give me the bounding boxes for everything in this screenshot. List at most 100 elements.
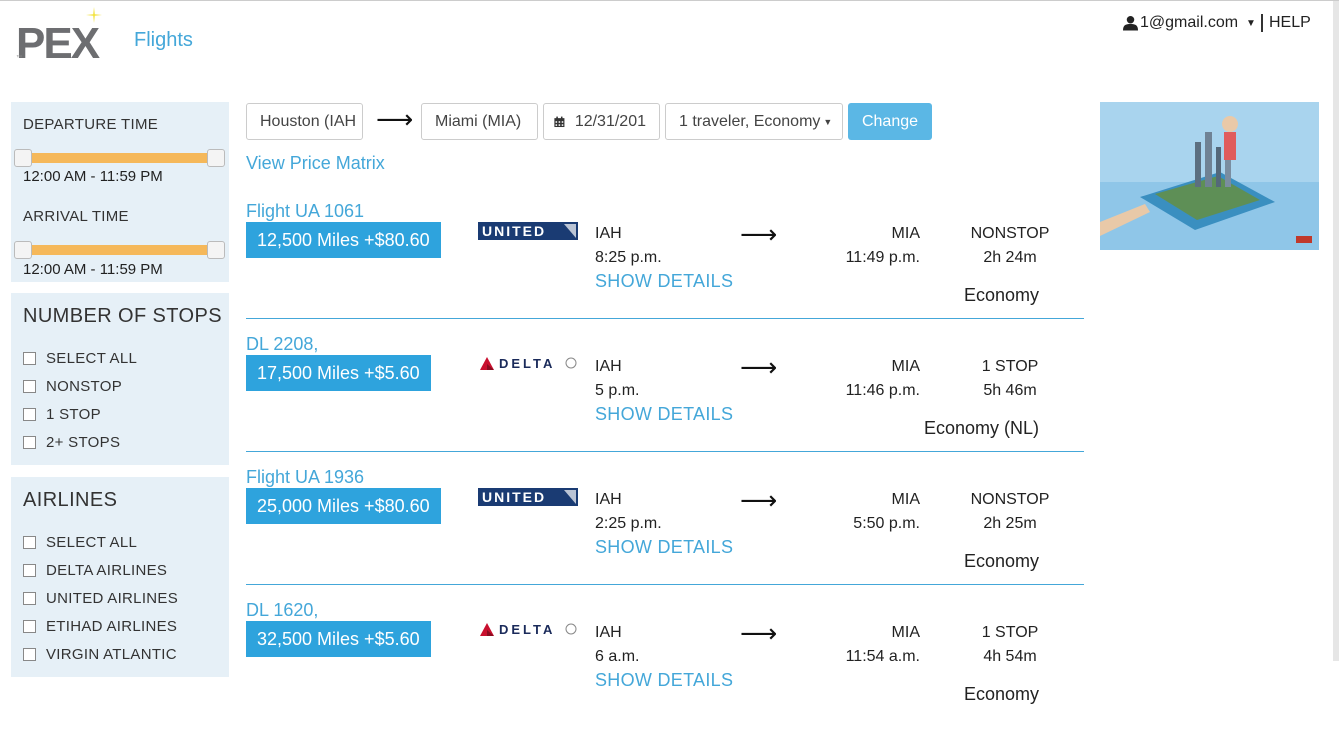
origin-field[interactable]: Houston (IAH [246, 103, 363, 140]
departure-max-handle[interactable] [207, 149, 225, 167]
origin-code: IAH [595, 491, 622, 508]
checkbox[interactable] [23, 620, 36, 633]
arrival-time-slider[interactable] [23, 245, 217, 255]
airline-option-label: SELECT ALL [46, 534, 138, 551]
flight-name-link[interactable]: Flight UA 1061 [246, 201, 364, 222]
united-logo: UNITED [478, 488, 578, 506]
stops-count: NONSTOP [970, 225, 1050, 242]
arrival-time: 11:49 p.m. [845, 249, 920, 266]
checkbox[interactable] [23, 352, 36, 365]
origin-code: IAH [595, 624, 622, 641]
cabin-class: Economy [963, 285, 1039, 305]
airline-option-delta[interactable]: DELTA AIRLINES [23, 562, 167, 579]
show-details-link[interactable]: SHOW DETAILS [595, 271, 733, 292]
delta-logo: DELTA [480, 356, 577, 371]
stop-option-nonstop[interactable]: NONSTOP [23, 378, 122, 395]
flight-name-link[interactable]: Flight UA 1936 [246, 467, 364, 488]
stops-count: NONSTOP [970, 491, 1050, 508]
checkbox[interactable] [23, 436, 36, 449]
checkbox[interactable] [23, 536, 36, 549]
flight-name-link[interactable]: DL 2208, [246, 334, 318, 355]
departure-min-handle[interactable] [14, 149, 32, 167]
select-price-button[interactable]: 32,500 Miles +$5.60 [246, 621, 431, 657]
arrival-min-handle[interactable] [14, 241, 32, 259]
advertisement-image[interactable] [1100, 102, 1319, 250]
airline-name: DELTA [499, 356, 555, 371]
divider [246, 584, 1084, 585]
airline-option-label: UNITED AIRLINES [46, 590, 179, 607]
stop-option-label: 1 STOP [46, 406, 101, 423]
checkbox[interactable] [23, 380, 36, 393]
travelers-dropdown[interactable]: 1 traveler, Economy ▼ [665, 103, 843, 140]
airline-option-label: ETIHAD AIRLINES [46, 618, 178, 635]
departure-time-slider[interactable] [23, 153, 217, 163]
flight-duration: 2h 25m [983, 515, 1037, 532]
airline-option-united[interactable]: UNITED AIRLINES [23, 590, 178, 607]
checkbox[interactable] [23, 564, 36, 577]
sparkle-icon [86, 7, 102, 23]
user-menu[interactable]: 1@gmail.com ▼ [1123, 14, 1256, 32]
stop-option-select-all[interactable]: SELECT ALL [23, 350, 137, 367]
show-details-link[interactable]: SHOW DETAILS [595, 404, 733, 425]
cabin-class: Economy (NL) [923, 418, 1039, 438]
delta-logo: DELTA [480, 622, 577, 637]
airline-name: UNITED [482, 223, 546, 239]
airline-option-etihad[interactable]: ETIHAD AIRLINES [23, 618, 177, 635]
airline-name: UNITED [482, 489, 546, 505]
user-email: 1@gmail.com [1140, 14, 1239, 31]
stops-count: 1 STOP [981, 358, 1039, 375]
airline-option-select-all[interactable]: SELECT ALL [23, 534, 137, 551]
date-field[interactable]: 12/31/201 [543, 103, 660, 140]
destination-code: MIA [891, 225, 920, 242]
flight-duration: 5h 46m [983, 382, 1037, 399]
departure-time: 2:25 p.m. [595, 515, 662, 532]
stop-option-label: 2+ STOPS [46, 434, 121, 451]
travelers-value: 1 traveler, Economy [679, 112, 821, 130]
change-button[interactable]: Change [848, 103, 932, 140]
stops-count: 1 STOP [981, 624, 1039, 641]
stop-option-2-plus[interactable]: 2+ STOPS [23, 434, 120, 451]
airlines-heading: AIRLINES [23, 489, 118, 511]
show-details-link[interactable]: SHOW DETAILS [595, 670, 733, 691]
arrival-max-handle[interactable] [207, 241, 225, 259]
select-price-button[interactable]: 17,500 Miles +$5.60 [246, 355, 431, 391]
flight-result: DL 1620, 32,500 Miles +$5.60 DELTA IAH 6… [246, 600, 1084, 732]
arrival-time: 5:50 p.m. [853, 515, 920, 532]
flight-name-link[interactable]: DL 1620, [246, 600, 318, 621]
flight-result: Flight UA 1936 25,000 Miles +$80.60 UNIT… [246, 467, 1084, 599]
select-price-button[interactable]: 12,500 Miles +$80.60 [246, 222, 441, 258]
departure-time: 5 p.m. [595, 382, 640, 399]
chevron-down-icon: ▼ [1246, 17, 1256, 29]
chevron-down-icon: ▼ [823, 116, 833, 127]
airline-option-virgin[interactable]: VIRGIN ATLANTIC [23, 646, 177, 663]
scrollbar[interactable] [1333, 1, 1339, 661]
checkbox[interactable] [23, 648, 36, 661]
destination-code: MIA [891, 491, 920, 508]
date-value: 12/31/201 [574, 112, 646, 130]
airline-name: DELTA [499, 622, 555, 637]
destination-field[interactable]: Miami (MIA) [421, 103, 538, 140]
logo-text: PEX [16, 19, 100, 68]
arrow-right-icon: ⟶ [376, 104, 414, 134]
show-details-link[interactable]: SHOW DETAILS [595, 537, 733, 558]
view-price-matrix-link[interactable]: View Price Matrix [246, 153, 385, 174]
stops-heading: NUMBER OF STOPS [23, 305, 222, 327]
arrow-right-icon: ⟶ [740, 219, 778, 249]
stop-option-label: NONSTOP [46, 378, 123, 395]
help-link[interactable]: HELP [1261, 14, 1311, 32]
checkbox[interactable] [23, 408, 36, 421]
arrival-time: 11:46 p.m. [845, 382, 920, 399]
divider [246, 318, 1084, 319]
nav-flights-link[interactable]: Flights [134, 29, 193, 52]
flight-duration: 4h 54m [983, 648, 1037, 665]
stop-option-1-stop[interactable]: 1 STOP [23, 406, 101, 423]
airline-option-label: DELTA AIRLINES [46, 562, 168, 579]
pex-logo[interactable]: PEX ™ [16, 7, 106, 69]
departure-range-text: 12:00 AM - 11:59 PM [23, 168, 163, 185]
flight-result: DL 2208, 17,500 Miles +$5.60 DELTA IAH 5… [246, 334, 1084, 466]
arrival-time-label: ARRIVAL TIME [23, 208, 129, 225]
origin-code: IAH [595, 225, 622, 242]
select-price-button[interactable]: 25,000 Miles +$80.60 [246, 488, 441, 524]
checkbox[interactable] [23, 592, 36, 605]
destination-code: MIA [891, 358, 920, 375]
